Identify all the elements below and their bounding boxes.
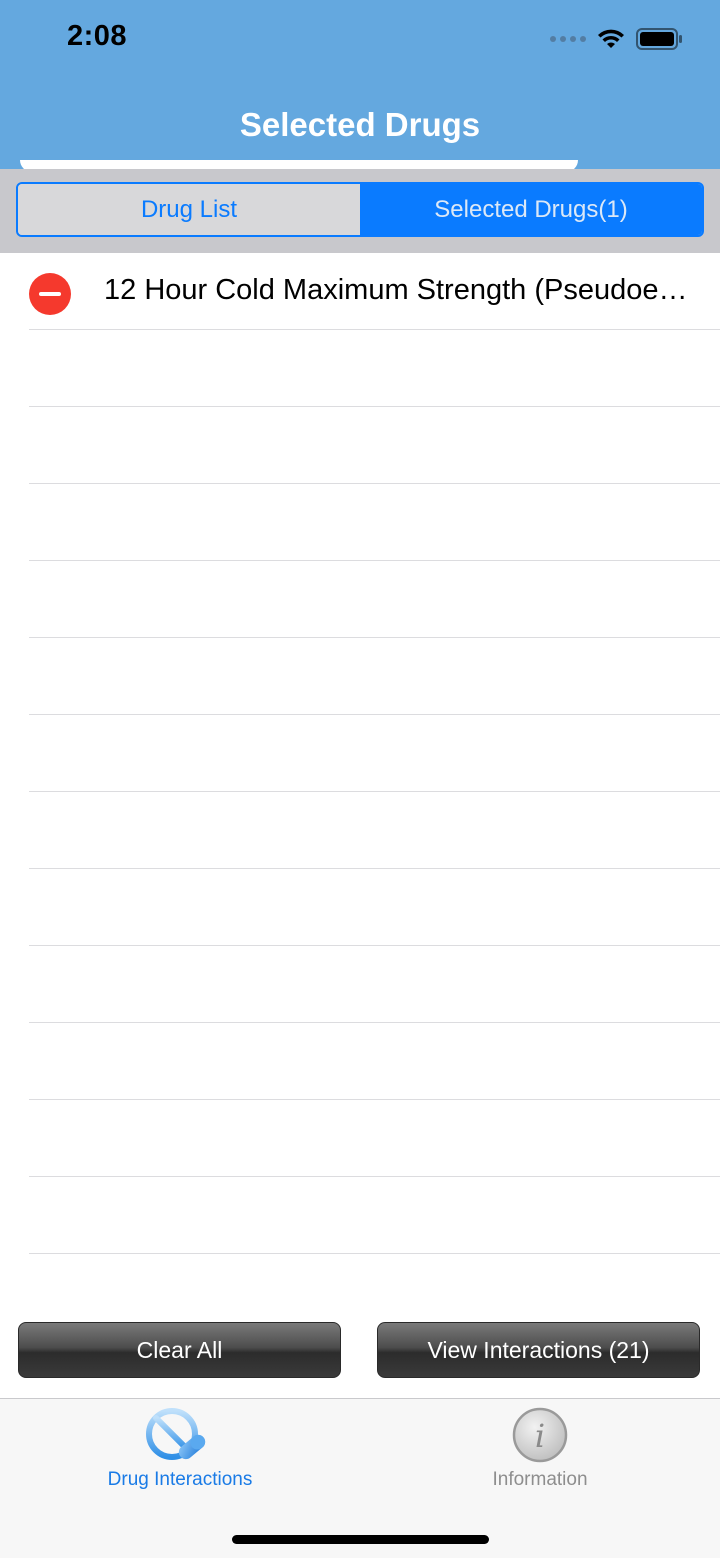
view-interactions-button[interactable]: View Interactions (21) bbox=[377, 1322, 700, 1378]
empty-row bbox=[29, 638, 720, 715]
navigation-header: 2:08 Selected Drugs bbox=[0, 0, 720, 172]
tab-label: Drug Interactions bbox=[107, 1469, 253, 1490]
selected-drugs-list: 12 Hour Cold Maximum Strength (Pseudoeph… bbox=[0, 253, 720, 1254]
cellular-signal-icon bbox=[550, 36, 586, 42]
empty-row bbox=[29, 484, 720, 561]
tab-drug-interactions[interactable]: Drug Interactions bbox=[0, 1399, 360, 1499]
drug-interactions-icon bbox=[146, 1408, 206, 1460]
delete-button[interactable] bbox=[29, 273, 71, 315]
list-item[interactable]: 12 Hour Cold Maximum Strength (Pseudoeph… bbox=[0, 253, 720, 330]
screen: 2:08 Selected Drugs Drug List Selected D… bbox=[0, 0, 720, 1558]
minus-icon bbox=[39, 292, 61, 296]
empty-row bbox=[29, 1177, 720, 1254]
status-icons bbox=[550, 26, 684, 52]
empty-row bbox=[29, 715, 720, 792]
wifi-icon bbox=[598, 29, 624, 48]
empty-row bbox=[29, 407, 720, 484]
segment-selected-drugs[interactable]: Selected Drugs(1) bbox=[360, 184, 702, 235]
empty-row bbox=[29, 1100, 720, 1177]
tab-bar: Drug Interactions i Information bbox=[0, 1398, 720, 1558]
clear-all-button[interactable]: Clear All bbox=[18, 1322, 341, 1378]
page-title: Selected Drugs bbox=[239, 106, 481, 143]
drug-name: 12 Hour Cold Maximum Strength (Pseudoeph… bbox=[104, 274, 694, 306]
info-icon: i bbox=[512, 1407, 568, 1463]
empty-row bbox=[29, 561, 720, 638]
empty-row bbox=[29, 792, 720, 869]
battery-icon bbox=[636, 28, 682, 50]
home-indicator bbox=[232, 1535, 489, 1544]
empty-row bbox=[29, 1023, 720, 1100]
empty-row bbox=[29, 330, 720, 407]
status-time: 2:08 bbox=[67, 20, 128, 52]
svg-text:i: i bbox=[535, 1417, 545, 1455]
tab-information[interactable]: i Information bbox=[360, 1399, 720, 1499]
empty-row bbox=[29, 869, 720, 946]
segmented-control: Drug List Selected Drugs(1) bbox=[16, 182, 704, 237]
tab-label: Information bbox=[492, 1469, 588, 1490]
empty-row bbox=[29, 946, 720, 1023]
segment-drug-list[interactable]: Drug List bbox=[18, 184, 360, 235]
